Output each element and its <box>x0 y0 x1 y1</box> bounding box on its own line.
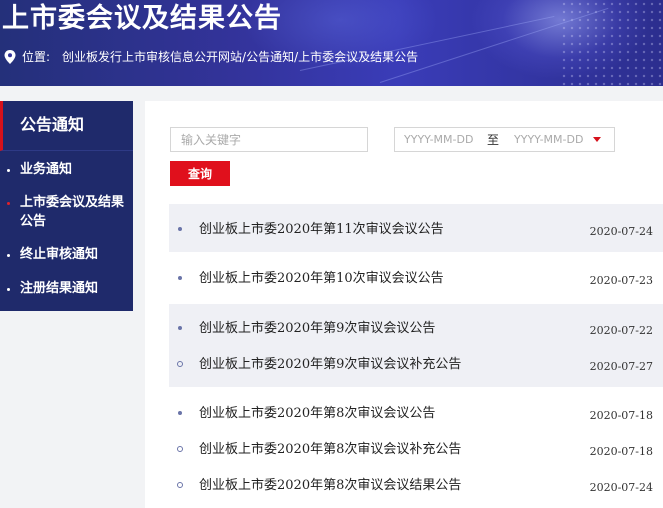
notice-date: 2020-07-18 <box>589 409 653 422</box>
notice-group: 创业板上市委2020年第9次审议会议公告 2020-07-22 创业板上市委20… <box>169 304 663 387</box>
sidebar-item-label: 业务通知 <box>20 162 73 177</box>
sidebar-item-business-notice[interactable]: 业务通知 <box>0 160 133 179</box>
caret-down-icon[interactable] <box>593 137 602 142</box>
bullet-ring-icon <box>177 361 183 367</box>
list-item[interactable]: 创业板上市委2020年第8次审议会议补充公告 2020-07-18 <box>169 439 663 461</box>
notice-date: 2020-07-18 <box>589 445 653 458</box>
bullet-icon <box>7 169 10 172</box>
date-from-input[interactable] <box>395 133 481 146</box>
keyword-input[interactable] <box>170 127 368 152</box>
query-button[interactable]: 查询 <box>170 161 230 186</box>
notice-group: 创业板上市委2020年第11次审议会议公告 2020-07-24 <box>169 204 663 252</box>
bullet-ring-icon <box>177 482 183 488</box>
bullet-dot-icon <box>178 276 182 280</box>
notice-title[interactable]: 创业板上市委2020年第8次审议会议公告 <box>199 403 435 425</box>
sidebar-item-listing-committee[interactable]: 上市委会议及结果公告 <box>0 193 133 231</box>
sidebar-heading: 公告通知 <box>0 101 133 151</box>
date-range-picker[interactable]: 至 <box>394 127 615 152</box>
bullet-dot-icon <box>178 227 182 231</box>
notice-date: 2020-07-24 <box>589 481 653 494</box>
bullet-ring-icon <box>177 446 183 452</box>
sidebar: 公告通知 业务通知 上市委会议及结果公告 终止审核通知 注册结果通知 <box>0 101 133 311</box>
date-to-input[interactable] <box>505 133 592 146</box>
date-separator: 至 <box>487 133 500 147</box>
notice-date: 2020-07-24 <box>589 225 653 238</box>
bullet-dot-icon <box>178 326 182 330</box>
main-panel: 至 查询 创业板上市委2020年第11次审议会议公告 2020-07-24 创业… <box>145 101 663 508</box>
breadcrumb-label: 位置: <box>22 50 51 64</box>
breadcrumb: 位置: 创业板发行上市审核信息公开网站/公告通知/上市委会议及结果公告 <box>4 49 418 65</box>
sidebar-item-label: 注册结果通知 <box>20 281 99 296</box>
notice-title[interactable]: 创业板上市委2020年第11次审议会议公告 <box>199 219 444 241</box>
bullet-icon <box>7 288 10 291</box>
sidebar-item-label: 上市委会议及结果公告 <box>20 195 125 229</box>
notice-group: 创业板上市委2020年第8次审议会议公告 2020-07-18 创业板上市委20… <box>169 389 663 508</box>
list-item[interactable]: 创业板上市委2020年第10次审议会议公告 2020-07-23 <box>169 268 663 290</box>
breadcrumb-path[interactable]: 创业板发行上市审核信息公开网站/公告通知/上市委会议及结果公告 <box>62 49 418 65</box>
notice-group: 创业板上市委2020年第10次审议会议公告 2020-07-23 <box>169 254 663 302</box>
list-item[interactable]: 创业板上市委2020年第8次审议会议公告 2020-07-18 <box>169 403 663 425</box>
banner-dot-pattern <box>560 0 663 86</box>
sidebar-item-registration-result[interactable]: 注册结果通知 <box>0 279 133 298</box>
list-item[interactable]: 创业板上市委2020年第11次审议会议公告 2020-07-24 <box>169 219 663 241</box>
sidebar-item-label: 终止审核通知 <box>20 247 99 262</box>
notice-title[interactable]: 创业板上市委2020年第8次审议会议补充公告 <box>199 439 461 461</box>
notice-title[interactable]: 创业板上市委2020年第8次审议会议结果公告 <box>199 475 461 497</box>
page-title: 上市委会议及结果公告 <box>2 3 282 34</box>
list-item[interactable]: 创业板上市委2020年第9次审议会议补充公告 2020-07-27 <box>169 354 663 376</box>
bullet-icon <box>7 254 10 257</box>
notice-title[interactable]: 创业板上市委2020年第10次审议会议公告 <box>199 268 444 290</box>
bullet-dot-icon <box>178 411 182 415</box>
notice-title[interactable]: 创业板上市委2020年第9次审议会议公告 <box>199 318 435 340</box>
bullet-icon <box>7 202 10 205</box>
sidebar-item-termination-notice[interactable]: 终止审核通知 <box>0 245 133 264</box>
list-item[interactable]: 创业板上市委2020年第8次审议会议结果公告 2020-07-24 <box>169 475 663 497</box>
notice-date: 2020-07-22 <box>589 324 653 337</box>
header-banner: 上市委会议及结果公告 位置: 创业板发行上市审核信息公开网站/公告通知/上市委会… <box>0 0 663 86</box>
notice-title[interactable]: 创业板上市委2020年第9次审议会议补充公告 <box>199 354 461 376</box>
list-item[interactable]: 创业板上市委2020年第9次审议会议公告 2020-07-22 <box>169 318 663 340</box>
notice-date: 2020-07-23 <box>589 274 653 287</box>
location-pin-icon <box>4 50 16 64</box>
notice-date: 2020-07-27 <box>589 360 653 373</box>
